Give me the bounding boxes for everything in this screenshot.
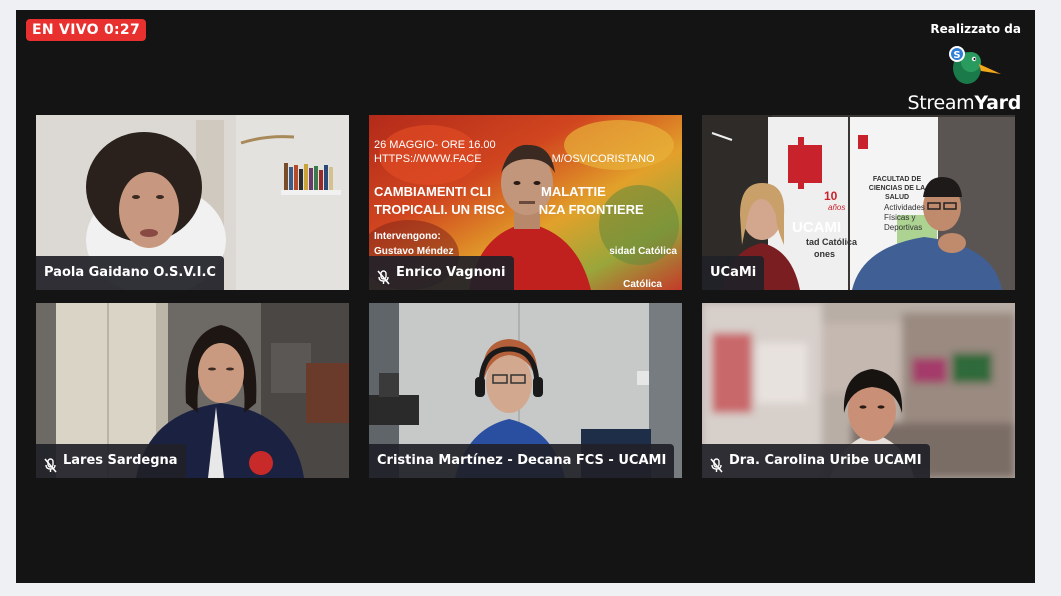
- participant-name-label: Paola Gaidano O.S.V.I.C: [36, 256, 224, 290]
- banner-speakers-label: Intervengono:: [374, 231, 441, 242]
- participant-name-label: Enrico Vagnoni: [369, 256, 514, 290]
- banner-affiliation-2: Católica: [623, 279, 662, 290]
- ucami-banner: UCAMI: [792, 219, 842, 236]
- video-tile[interactable]: 26 MAGGIO- ORE 16.00 HTTPS://WWW.FACE M/O…: [369, 115, 682, 290]
- banner-date: 26 MAGGIO- ORE 16.00: [374, 139, 496, 151]
- duck-logo-icon: S: [943, 44, 1003, 88]
- brand-caption: Realizzato da: [930, 22, 1021, 36]
- streamyard-brand: Realizzato da S StreamYard: [901, 22, 1021, 114]
- mic-muted-icon: [710, 453, 723, 473]
- brand-name: StreamYard: [907, 92, 1021, 114]
- ucami-poster-line1: tad Católica: [806, 237, 858, 247]
- mic-muted-icon: [377, 265, 390, 285]
- mic-muted-icon: [44, 453, 57, 473]
- banner-affiliation: sidad Católica: [609, 246, 677, 257]
- banner-title: CAMBIAMENTI CLI MALATTIE TROPICALI. UN RI…: [374, 184, 644, 217]
- participant-name-label: Cristina Martínez - Decana FCS - UCAMI: [369, 444, 675, 478]
- video-tile[interactable]: Dra. Carolina Uribe UCAMI: [702, 303, 1015, 478]
- anniversary-number: 10: [824, 189, 838, 203]
- ucami-poster-line2: ones: [814, 249, 836, 259]
- video-tile[interactable]: Paola Gaidano O.S.V.I.C: [36, 115, 349, 290]
- banner-url: HTTPS://WWW.FACE M/OSVICORISTANO: [374, 153, 655, 165]
- anniversary-label: años: [828, 203, 846, 212]
- video-tile[interactable]: Cristina Martínez - Decana FCS - UCAMI: [369, 303, 682, 478]
- participant-name-label: UCaMi: [702, 256, 765, 290]
- participant-name-label: Lares Sardegna: [36, 444, 186, 478]
- participant-name-label: Dra. Carolina Uribe UCAMI: [702, 444, 930, 478]
- svg-text:S: S: [953, 50, 960, 61]
- activities-text: Actividades Físicas y Deportivas: [884, 203, 925, 232]
- live-badge: EN VIVO 0:27: [26, 19, 146, 41]
- faculty-text: FACULTAD DE CIENCIAS DE LA SALUD: [868, 176, 926, 201]
- video-tile[interactable]: Lares Sardegna: [36, 303, 349, 478]
- broadcast-stage: EN VIVO 0:27 Realizzato da S StreamYard: [16, 10, 1035, 583]
- video-tile[interactable]: UCAMI 10 años tad Católica ones FACULTAD…: [702, 115, 1015, 290]
